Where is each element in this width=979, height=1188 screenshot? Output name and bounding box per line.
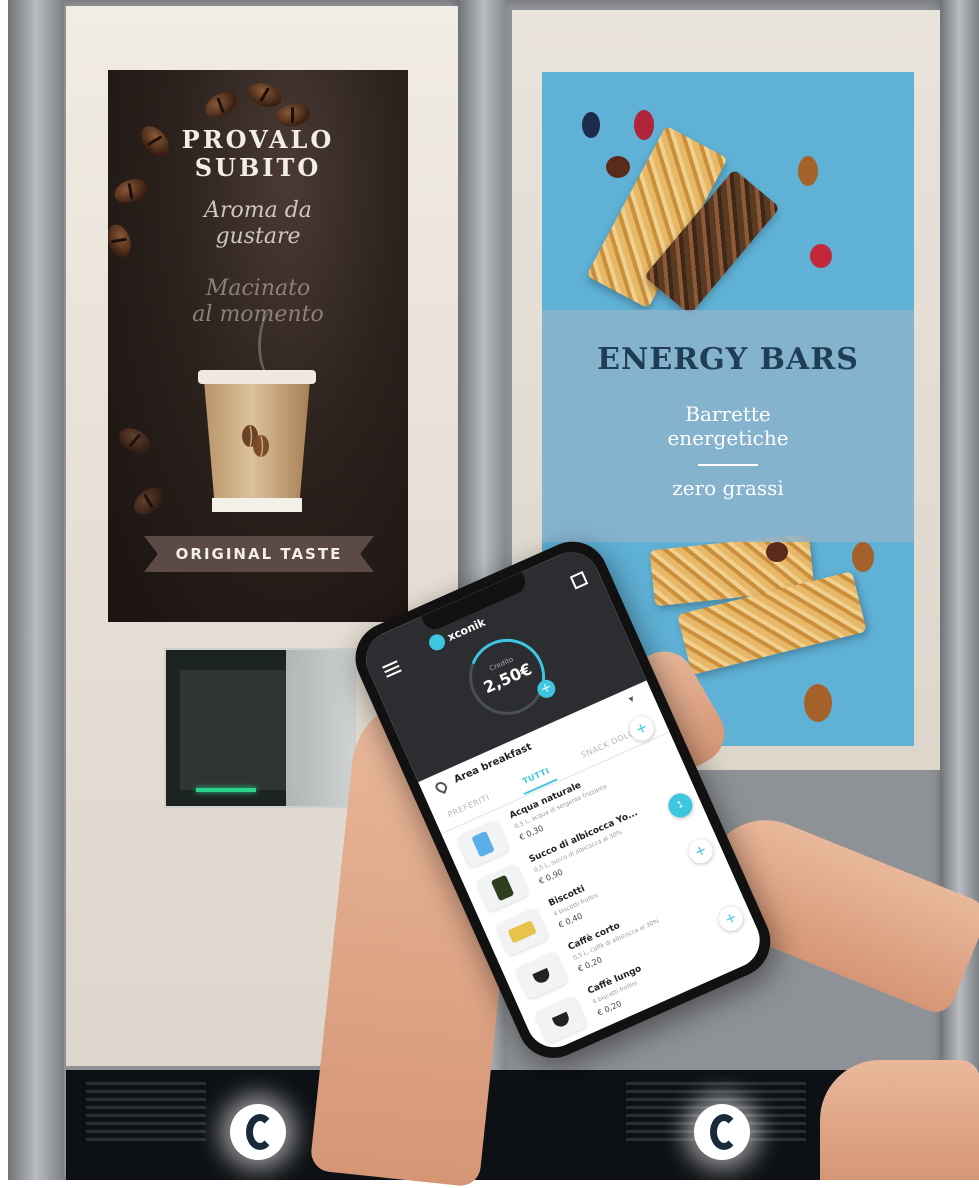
almond-icon [852,542,874,572]
add-to-cart-button[interactable]: + [684,835,717,868]
coffee-cup-icon [534,995,589,1044]
headline-line-2: SUBITO [194,153,322,182]
coffee-headline: PROVALO SUBITO [108,126,408,182]
blueberry-icon [582,112,600,138]
tagline-1-line-1: Aroma da [204,198,312,223]
energy-claim: zero grassi [672,476,784,500]
chevron-down-icon: ▾ [627,693,637,706]
brand-logo-icon [230,1104,286,1160]
coffee-tagline-2: Macinato al momento [108,276,408,328]
qr-code-icon[interactable] [569,571,589,590]
hazelnut-icon [606,156,630,178]
biscuit-pack-icon [495,907,550,957]
coffee-bean-icon [114,422,156,460]
subtitle-line-1: Barrette [685,402,771,426]
brand-logo-icon [426,631,448,653]
coffee-bean-icon [128,481,170,521]
dispense-window [164,648,356,808]
tagline-2-line-1: Macinato [205,276,311,301]
brand-logo-icon [694,1104,750,1160]
vent-slats [86,1082,206,1142]
headline-line-1: PROVALO [181,125,335,154]
tagline-1-line-2: gustare [215,224,301,249]
almond-icon [804,684,832,722]
location-pin-icon [433,780,449,794]
divider [698,464,758,466]
coffee-bean-logo-icon [242,425,269,458]
hazelnut-icon [766,542,788,562]
status-light [196,788,256,792]
machine-base [66,1070,946,1180]
tagline-2-line-2: al momento [192,302,324,327]
cranberry-icon [810,244,832,268]
coffee-bean-icon [200,86,242,124]
original-taste-ribbon: ORIGINAL TASTE [144,536,374,572]
coffee-bean-icon [245,78,285,112]
energy-title: ENERGY BARS [597,342,859,377]
menu-icon[interactable] [382,660,398,669]
coffee-ad-screen: PROVALO SUBITO Aroma da gustare Macinato… [108,70,408,622]
energy-subtitle: Barrette energetiche [542,402,914,450]
almond-icon [798,156,818,186]
cranberry-icon [634,110,654,140]
coffee-cup-image [198,370,316,512]
coffee-cup-icon [514,951,569,1001]
machine-side-rail [8,0,64,1180]
item-quantity-button[interactable]: 1 [664,789,697,822]
pointing-hand [820,1060,979,1180]
juice-bottle-icon [475,863,530,913]
water-bottle-icon [456,819,511,869]
subtitle-line-2: energetiche [667,426,789,450]
coffee-tagline-1: Aroma da gustare [108,198,408,250]
